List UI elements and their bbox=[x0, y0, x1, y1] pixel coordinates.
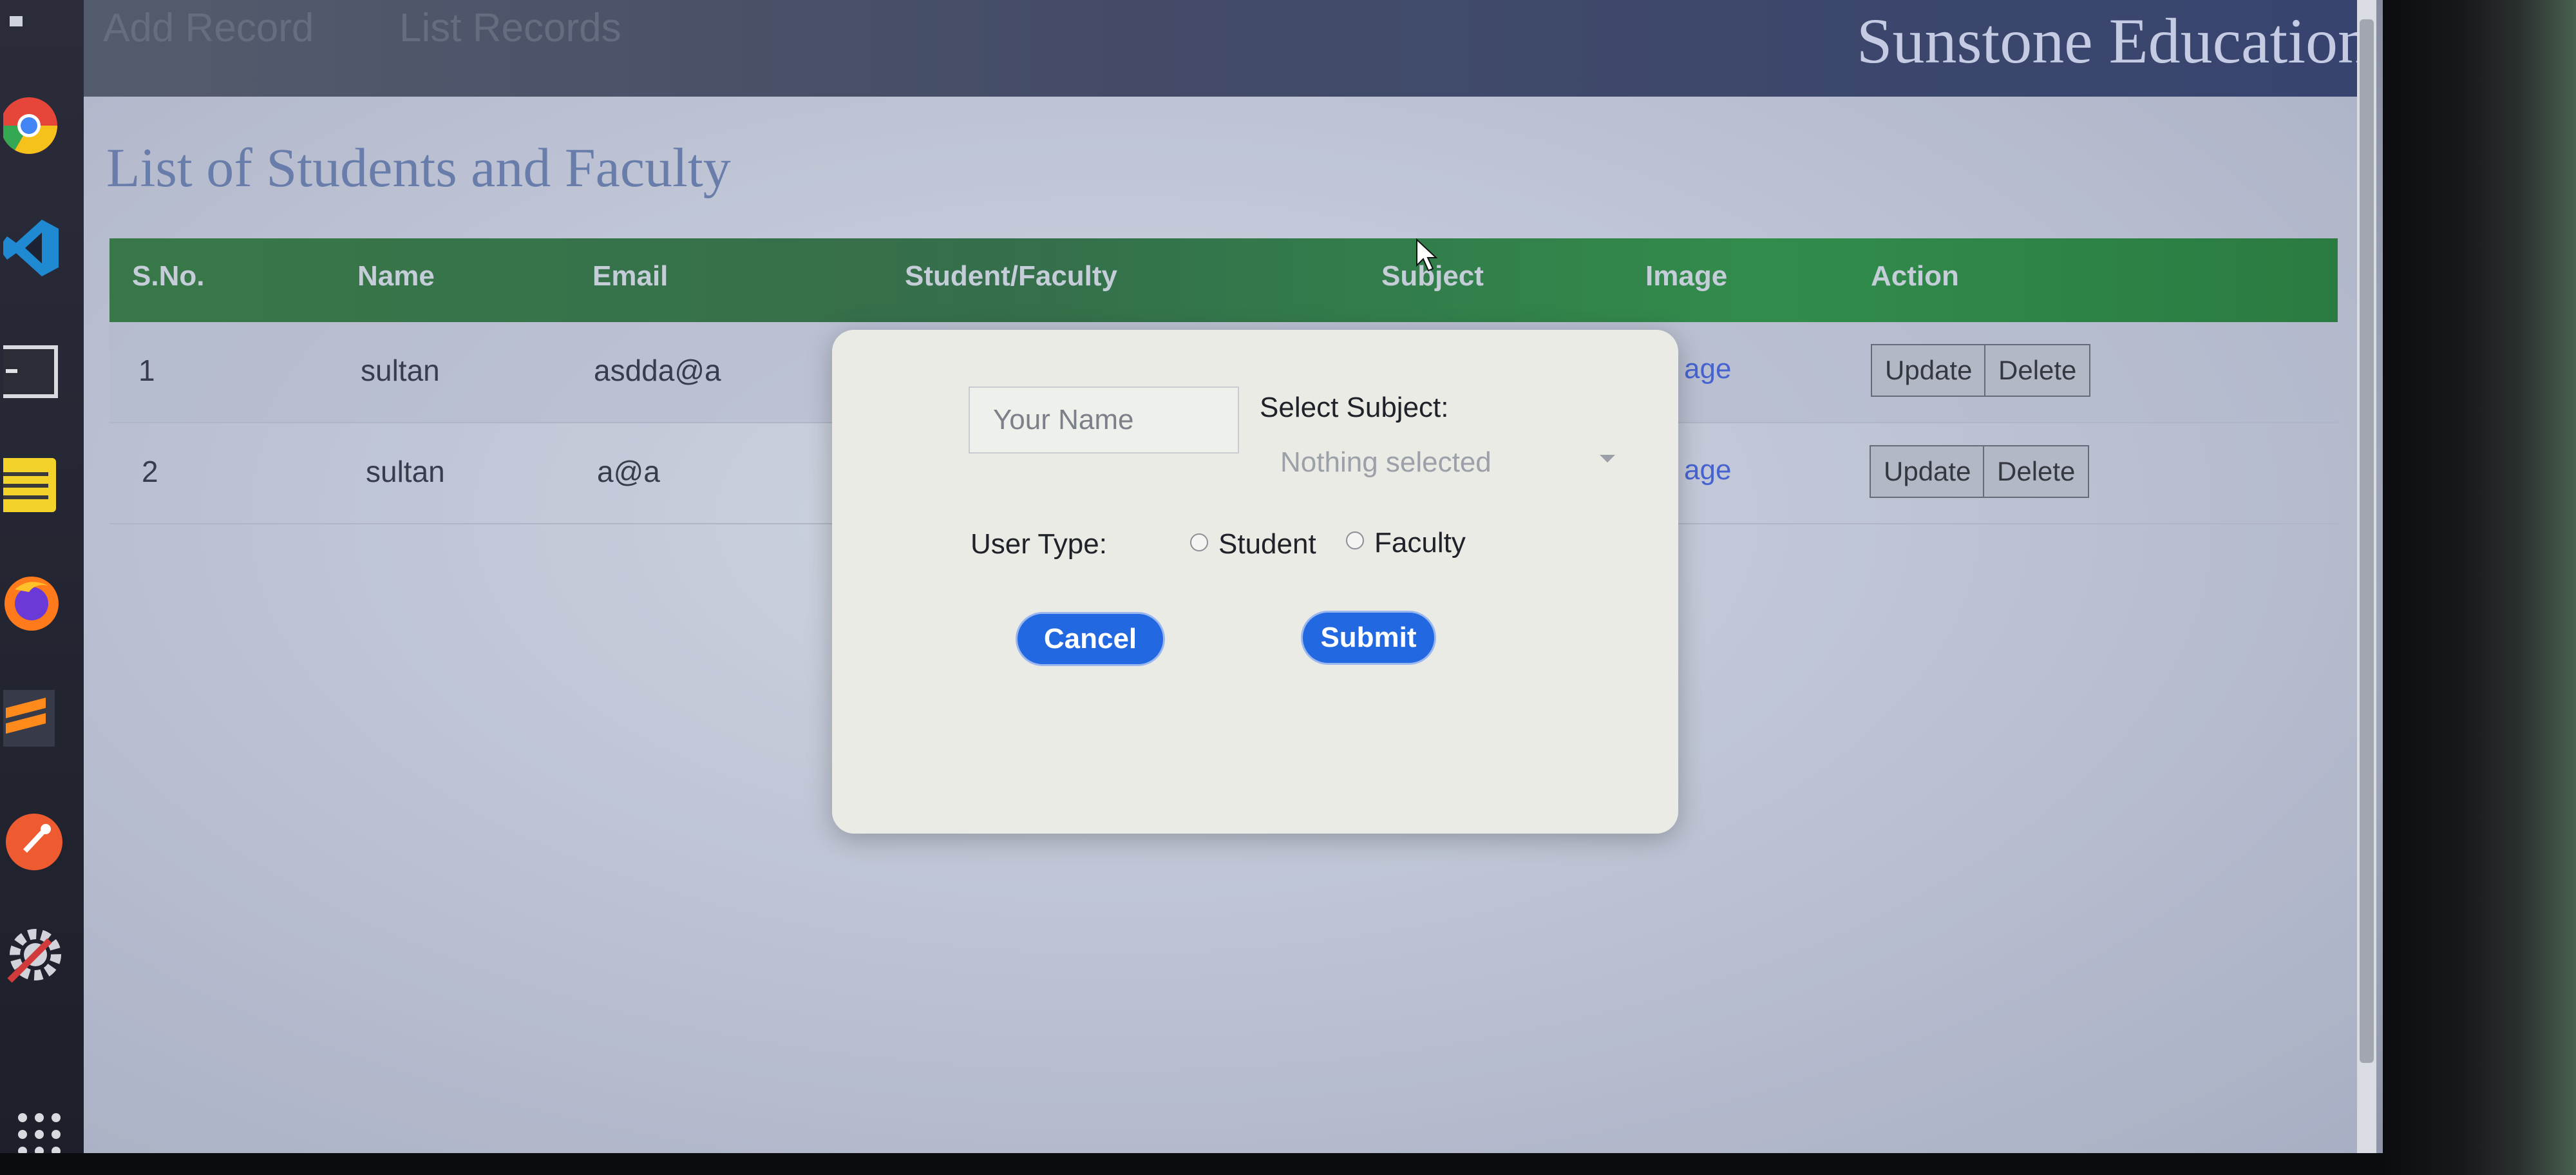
monitor-bezel bbox=[2383, 0, 2576, 1175]
postman-icon[interactable] bbox=[0, 805, 71, 876]
firefox-icon[interactable] bbox=[0, 567, 71, 638]
faculty-radio[interactable] bbox=[1346, 531, 1364, 549]
cancel-button[interactable]: Cancel bbox=[1016, 612, 1165, 666]
notes-icon[interactable] bbox=[0, 451, 71, 522]
app-grid-icon[interactable] bbox=[0, 1095, 71, 1153]
user-type-label: User Type: bbox=[971, 528, 1107, 560]
menu-icon[interactable] bbox=[0, 0, 71, 64]
monitor-bezel-bottom bbox=[0, 1153, 2383, 1175]
screen: Add Record List Records Sunstone Educati… bbox=[0, 0, 2383, 1153]
chrome-icon[interactable] bbox=[0, 90, 71, 161]
student-radio[interactable] bbox=[1190, 533, 1208, 551]
chevron-down-icon bbox=[1600, 455, 1615, 463]
select-subject-label: Select Subject: bbox=[1260, 392, 1449, 423]
subject-select[interactable]: Nothing selected bbox=[1257, 432, 1641, 493]
mouse-cursor-icon bbox=[1416, 238, 1437, 272]
student-option-label: Student bbox=[1218, 528, 1316, 560]
terminal-icon[interactable] bbox=[0, 335, 71, 406]
submit-button[interactable]: Submit bbox=[1301, 611, 1436, 665]
faculty-option-label: Faculty bbox=[1374, 527, 1466, 559]
dock bbox=[0, 0, 84, 1153]
name-input[interactable]: Your Name bbox=[969, 387, 1239, 454]
record-modal: Your Name Select Subject: Nothing select… bbox=[832, 330, 1678, 834]
sublime-icon[interactable] bbox=[0, 683, 71, 754]
vscode-icon[interactable] bbox=[0, 213, 71, 283]
settings-icon[interactable] bbox=[0, 918, 71, 989]
